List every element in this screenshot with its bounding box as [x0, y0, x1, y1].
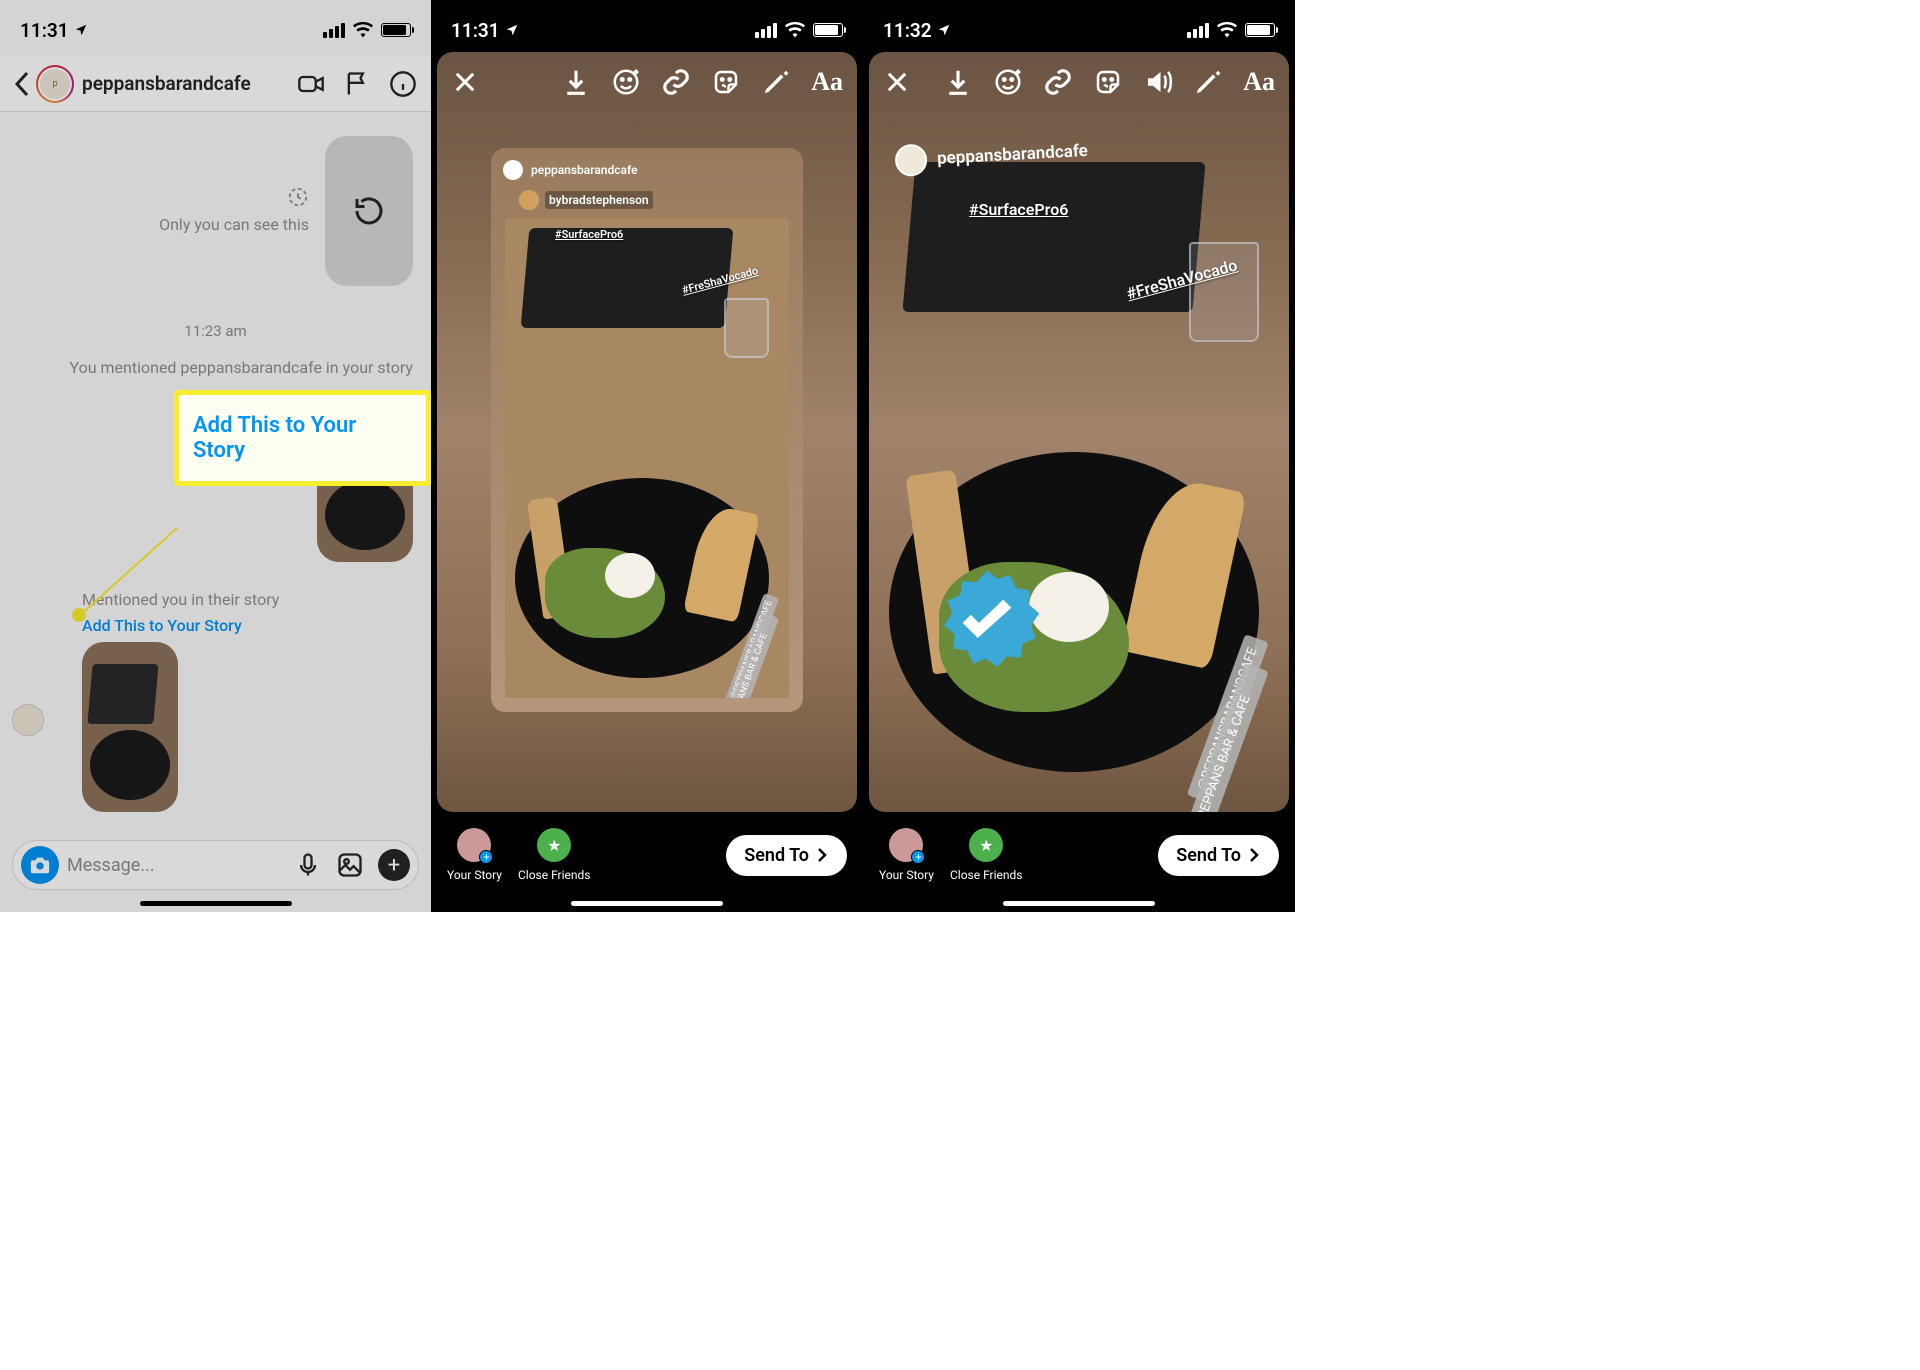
close-friends-button[interactable]: ★ Close Friends — [518, 828, 591, 882]
link-icon[interactable] — [1043, 67, 1073, 97]
camera-button[interactable] — [21, 846, 59, 884]
flag-icon[interactable] — [343, 70, 371, 98]
mic-icon[interactable] — [294, 851, 322, 879]
message-composer: Message... + — [12, 840, 419, 890]
sticker-icon[interactable] — [1093, 67, 1123, 97]
by-user: bybradstephenson — [545, 191, 653, 209]
editor-toolbar: Aa — [863, 58, 1295, 106]
info-icon[interactable] — [389, 70, 417, 98]
sender-avatar[interactable] — [12, 704, 44, 736]
your-story-button[interactable]: + Your Story — [447, 828, 502, 882]
embedded-username: peppansbarandcafe — [531, 163, 638, 177]
story-thumb-received[interactable] — [82, 642, 178, 812]
draw-icon[interactable] — [1193, 67, 1223, 97]
story-canvas[interactable]: peppansbarandcafe bybradstephenson #Surf… — [437, 52, 857, 812]
send-to-button[interactable]: Send To — [1158, 835, 1279, 876]
status-bar: 11:31 — [0, 0, 431, 52]
link-icon[interactable] — [661, 67, 691, 97]
video-icon[interactable] — [297, 70, 325, 98]
avatar — [503, 160, 523, 180]
timestamp: 11:23 am — [0, 322, 431, 340]
download-icon[interactable] — [561, 67, 591, 97]
close-icon[interactable] — [451, 68, 479, 96]
home-indicator[interactable] — [571, 901, 723, 906]
face-filter-icon[interactable] — [993, 67, 1023, 97]
avatar[interactable]: p — [36, 65, 74, 103]
expired-label: Only you can see this — [159, 186, 309, 235]
verified-sticker[interactable] — [929, 566, 1045, 682]
story-bottom-bar: + Your Story ★ Close Friends Send To — [431, 818, 863, 912]
sound-icon[interactable] — [1143, 67, 1173, 97]
sticker-icon[interactable] — [711, 67, 741, 97]
avatar — [519, 190, 539, 210]
location-tags: @PEPPANSBARANDCAFE PEPPANS BAR & CAFE — [663, 582, 779, 618]
close-friends-button[interactable]: ★ Close Friends — [950, 828, 1023, 882]
draw-icon[interactable] — [761, 67, 791, 97]
close-icon[interactable] — [883, 68, 911, 96]
home-indicator[interactable] — [140, 901, 292, 906]
back-icon[interactable] — [14, 71, 30, 97]
text-icon[interactable]: Aa — [1243, 67, 1275, 97]
dm-header: p peppansbarandcafe — [0, 56, 431, 112]
embedded-story-card[interactable]: peppansbarandcafe bybradstephenson #Surf… — [491, 148, 803, 712]
reload-button[interactable] — [325, 136, 413, 286]
status-bar: 11:31 — [431, 0, 863, 52]
battery-icon — [381, 23, 411, 37]
food-photo: #SurfacePro6 #FreShaVocado @PEPPANSBARAN… — [505, 218, 789, 698]
wifi-icon — [353, 22, 373, 38]
story-bottom-bar: + Your Story ★ Close Friends Send To — [863, 818, 1295, 912]
hashtag: #SurfacePro6 — [969, 200, 1068, 219]
location-tags: @PEPPANSBARANDCAFE PEPPANS BAR & CAFE — [1098, 618, 1269, 672]
status-bar: 11:32 — [863, 0, 1295, 52]
mention-in-label: Mentioned you in their story — [82, 590, 279, 609]
mention-out-label: You mentioned peppansbarandcafe in your … — [18, 358, 413, 377]
face-filter-icon[interactable] — [611, 67, 641, 97]
signal-icon — [323, 23, 345, 38]
signal-icon — [1187, 23, 1209, 38]
gallery-icon[interactable] — [336, 851, 364, 879]
editor-toolbar: Aa — [431, 58, 863, 106]
message-input[interactable]: Message... — [67, 855, 294, 876]
home-indicator[interactable] — [1003, 901, 1155, 906]
wifi-icon — [785, 22, 805, 38]
add-button[interactable]: + — [378, 849, 410, 881]
avatar — [894, 143, 928, 177]
your-story-button[interactable]: + Your Story — [879, 828, 934, 882]
signal-icon — [755, 23, 777, 38]
text-icon[interactable]: Aa — [811, 67, 843, 97]
wifi-icon — [1217, 22, 1237, 38]
download-icon[interactable] — [943, 67, 973, 97]
callout-dot — [72, 608, 86, 622]
add-to-story-link[interactable]: Add This to Your Story — [82, 616, 242, 635]
hashtag: #SurfacePro6 — [555, 228, 623, 241]
callout-highlight: Add This to Your Story — [174, 390, 431, 486]
dm-username[interactable]: peppansbarandcafe — [82, 72, 297, 95]
send-to-button[interactable]: Send To — [726, 835, 847, 876]
battery-icon — [813, 23, 843, 37]
story-canvas[interactable]: peppansbarandcafe bybradstephenson #Surf… — [869, 52, 1289, 812]
battery-icon — [1245, 23, 1275, 37]
status-time: 11:31 — [20, 19, 88, 42]
